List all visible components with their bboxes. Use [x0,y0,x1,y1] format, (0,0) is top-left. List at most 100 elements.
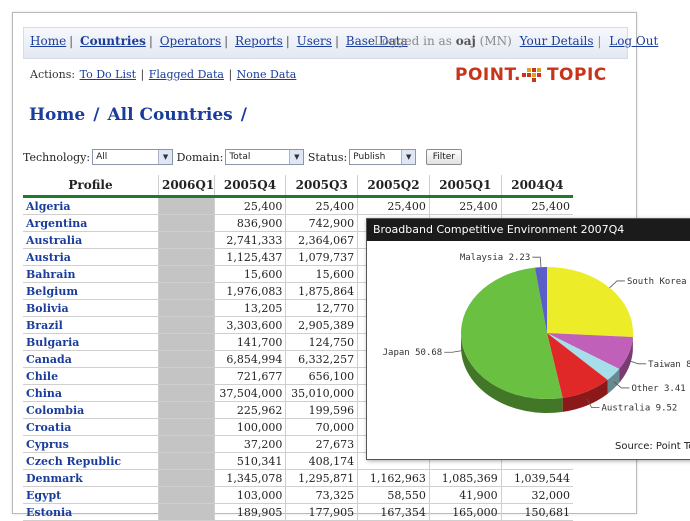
chart-popup: Broadband Competitive Environment 2007Q4… [366,218,690,460]
nav-countries-link[interactable]: Countries [80,34,146,48]
status-label: Status: [308,151,347,164]
empty-quarter-cell [158,487,214,504]
country-link[interactable]: Brazil [26,319,63,332]
country-link[interactable]: Austria [26,251,71,264]
value-cell: 124,750 [286,334,358,351]
domain-select[interactable]: Total▼ [225,149,304,165]
nav-home-link[interactable]: Home [30,34,66,48]
value-cell: 25,400 [358,197,430,215]
flagged-data-link[interactable]: Flagged Data [149,68,224,81]
logo-text-left: POINT. [455,65,521,85]
pie-label-taiwan: Taiwan 8.18 [648,360,690,370]
breadcrumb-current: All Countries [107,105,232,125]
country-link[interactable]: Colombia [26,404,84,417]
nav-operators-link[interactable]: Operators [160,34,221,48]
value-cell: 408,174 [286,453,358,470]
value-cell: 1,295,871 [286,470,358,487]
value-cell: 6,332,257 [286,351,358,368]
country-cell: Egypt [23,487,158,504]
column-header-2004q4: 2004Q4 [501,175,573,197]
country-link[interactable]: Bulgaria [26,336,79,349]
column-header-2005q2: 2005Q2 [358,175,430,197]
log-out-link[interactable]: Log Out [609,34,658,48]
empty-quarter-cell [158,215,214,232]
country-link[interactable]: Belgium [26,285,78,298]
pie-label-japan: Japan 50.68 [383,348,443,358]
breadcrumb: Home/All Countries/ [29,105,255,125]
country-cell: Canada [23,351,158,368]
value-cell: 1,125,437 [214,249,286,266]
country-cell: Belgium [23,283,158,300]
value-cell: 189,905 [214,504,286,521]
country-link[interactable]: Denmark [26,472,83,485]
chevron-down-icon: ▼ [289,150,303,164]
country-link[interactable]: Canada [26,353,72,366]
pie-leader-line [532,257,541,267]
country-link[interactable]: Bolivia [26,302,69,315]
empty-quarter-cell [158,402,214,419]
popup-title: Broadband Competitive Environment 2007Q4 [367,219,690,241]
column-header-profile: Profile [23,175,158,197]
country-link[interactable]: Cyprus [26,438,69,451]
logo-text-right: TOPIC [547,65,607,85]
country-cell: Argentina [23,215,158,232]
empty-quarter-cell [158,334,214,351]
country-link[interactable]: Croatia [26,421,71,434]
chart-source: Source: Point Topic [615,441,690,452]
value-cell: 1,039,544 [501,470,573,487]
country-link[interactable]: Australia [26,234,82,247]
empty-quarter-cell [158,300,214,317]
value-cell: 742,900 [286,215,358,232]
column-header-2005q3: 2005Q3 [286,175,358,197]
user-info: Logged in as oaj (MN) Your Details | Log… [374,34,658,48]
value-cell: 656,100 [286,368,358,385]
value-cell: 510,341 [214,453,286,470]
your-details-link[interactable]: Your Details [520,34,594,48]
technology-select[interactable]: All▼ [92,149,173,165]
empty-quarter-cell [158,470,214,487]
country-link[interactable]: Algeria [26,200,71,213]
country-cell: Bolivia [23,300,158,317]
actions-label: Actions: [30,68,75,81]
filter-button[interactable]: Filter [426,149,462,165]
country-link[interactable]: Argentina [26,217,87,230]
status-select[interactable]: Publish▼ [349,149,416,165]
country-cell: Bahrain [23,266,158,283]
value-cell: 15,600 [214,266,286,283]
table-row: Egypt103,00073,32558,55041,90032,000 [23,487,573,504]
status-value: Publish [353,152,385,162]
empty-quarter-cell [158,266,214,283]
value-cell: 6,854,994 [214,351,286,368]
country-link[interactable]: Estonia [26,506,72,519]
value-cell: 15,600 [286,266,358,283]
country-link[interactable]: Czech Republic [26,455,121,468]
breadcrumb-home[interactable]: Home [29,105,85,125]
pie-slice-south-korea[interactable] [547,267,633,337]
none-data-link[interactable]: None Data [237,68,297,81]
country-link[interactable]: Bahrain [26,268,76,281]
value-cell: 1,162,963 [358,470,430,487]
table-row: Estonia189,905177,905167,354165,000150,6… [23,504,573,521]
nav-reports-link[interactable]: Reports [235,34,283,48]
empty-quarter-cell [158,504,214,521]
technology-value: All [96,152,107,162]
empty-quarter-cell [158,368,214,385]
nav-users-link[interactable]: Users [297,34,332,48]
country-link[interactable]: Egypt [26,489,61,502]
value-cell: 25,400 [429,197,501,215]
value-cell: 836,900 [214,215,286,232]
pie-label-australia: Australia 9.52 [601,403,677,413]
pie-label-malaysia: Malaysia 2.23 [460,253,530,263]
country-cell: Brazil [23,317,158,334]
empty-quarter-cell [158,197,214,215]
empty-quarter-cell [158,385,214,402]
nav-countries-label: Countries [80,34,146,48]
logo-dots-icon [522,68,546,82]
username: oaj [456,34,476,48]
country-link[interactable]: China [26,387,62,400]
pie-chart: South Korea 25.98Taiwan 8.18Other 3.41Au… [367,241,690,441]
country-cell: Australia [23,232,158,249]
to-do-list-link[interactable]: To Do List [80,68,136,81]
country-cell: Algeria [23,197,158,215]
country-link[interactable]: Chile [26,370,58,383]
